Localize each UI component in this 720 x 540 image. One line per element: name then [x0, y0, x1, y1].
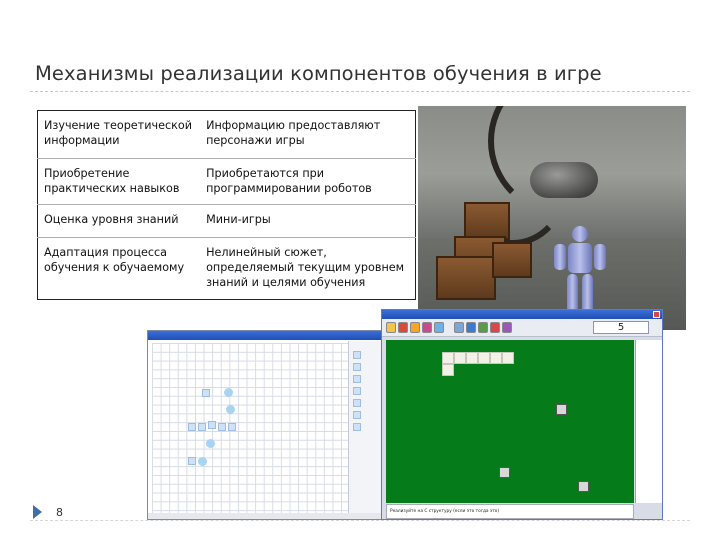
- grid-glyph: [188, 457, 196, 465]
- toolbar-icon: [386, 322, 396, 333]
- mechanisms-table: Изучение теоретической информации Информ…: [37, 110, 416, 300]
- grid-glyph: [188, 423, 196, 431]
- game-window-image: 5 Реализуйте на С структуру (если это то…: [381, 309, 663, 520]
- component-cell: Изучение теоретической информации: [44, 119, 192, 147]
- toolbar-icon: [422, 322, 432, 333]
- field-cell: [466, 352, 478, 364]
- close-icon: [653, 311, 660, 318]
- component-cell: Оценка уровня знаний: [37, 204, 201, 238]
- field-cell: [442, 352, 454, 364]
- table-row: Адаптация процесса обучения к обучаемому…: [37, 237, 416, 300]
- field-cell: [442, 364, 454, 376]
- toolbar-icon: [434, 322, 444, 333]
- mechanism-cell: Нелинейный сюжет, определяемый текущим у…: [200, 237, 416, 300]
- field-cell: [478, 352, 490, 364]
- field-cell: [502, 352, 514, 364]
- toolbar-icon: [398, 322, 408, 333]
- field-cell: [490, 352, 502, 364]
- field-token: [578, 481, 589, 492]
- toolbar-icon: [454, 322, 464, 333]
- grid-dot: [224, 388, 233, 397]
- toolbar-icon: [410, 322, 420, 333]
- panel-glyph: [353, 363, 361, 371]
- table-row: Приобретение практических навыков Приобр…: [37, 158, 416, 205]
- grid-glyph: [208, 421, 216, 429]
- grid-dot: [206, 439, 215, 448]
- panel-glyph: [353, 375, 361, 383]
- grid-dot: [198, 457, 207, 466]
- panel-glyph: [353, 387, 361, 395]
- game-side-panel: [635, 340, 662, 503]
- scene-crate: [436, 256, 496, 300]
- component-cell: Адаптация процесса обучения к обучаемому: [37, 237, 201, 300]
- triangle-bullet-icon: [33, 505, 42, 519]
- grid-glyph: [198, 423, 206, 431]
- field-cell: [454, 352, 466, 364]
- game-titlebar: [382, 310, 662, 319]
- grid-glyph: [228, 423, 236, 431]
- field-token: [556, 404, 567, 415]
- scene-crate: [464, 202, 510, 240]
- panel-glyph: [353, 399, 361, 407]
- game-status-text: Реализуйте на С структуру (если это тогд…: [386, 504, 634, 519]
- game-scene-image: [418, 106, 686, 330]
- mechanism-cell: Информацию предоставляют персонажи игры: [206, 119, 381, 147]
- panel-glyph: [353, 351, 361, 359]
- panel-glyph: [353, 423, 361, 431]
- grid-dot: [226, 405, 235, 414]
- score-display: 5: [593, 321, 649, 334]
- page-number: 8: [56, 506, 63, 519]
- footer-divider: [30, 520, 690, 521]
- table-row: Оценка уровня знаний Мини-игры: [37, 204, 416, 238]
- game-field: [386, 340, 634, 503]
- editor-statusbar: [148, 513, 390, 519]
- grid-glyph: [202, 389, 210, 397]
- toolbar-icon: [490, 322, 500, 333]
- page-title: Механизмы реализации компонентов обучени…: [35, 62, 602, 85]
- component-cell: Приобретение практических навыков: [37, 158, 201, 205]
- mechanism-cell: Приобретаются при программировании робот…: [200, 158, 416, 205]
- panel-glyph: [353, 411, 361, 419]
- editor-titlebar: [148, 331, 390, 340]
- toolbar-icon: [466, 322, 476, 333]
- scene-tank: [530, 162, 598, 198]
- scene-crate: [492, 242, 532, 278]
- title-divider: [30, 91, 690, 92]
- field-token: [499, 467, 510, 478]
- toolbar-icon: [478, 322, 488, 333]
- mechanism-cell: Мини-игры: [200, 204, 416, 238]
- editor-window-image: [147, 330, 391, 520]
- toolbar-icon: [502, 322, 512, 333]
- table-row: Изучение теоретической информации Информ…: [38, 111, 416, 159]
- grid-glyph: [218, 423, 226, 431]
